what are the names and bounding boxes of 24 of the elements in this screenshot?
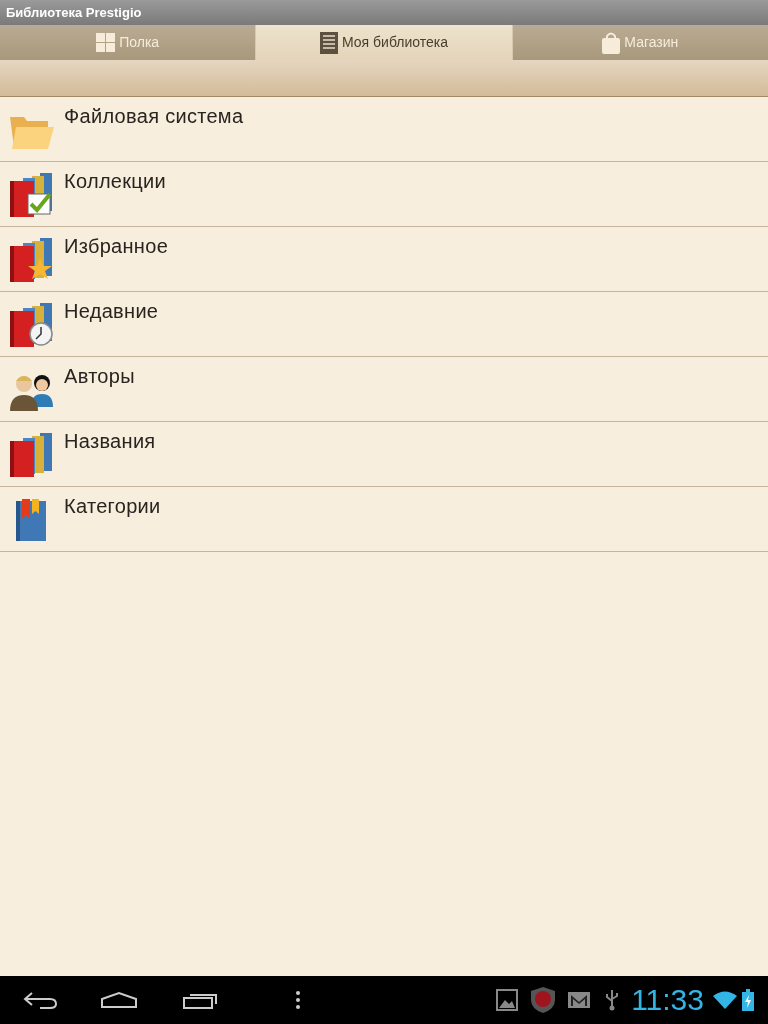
mail-icon [567, 990, 592, 1010]
home-icon[interactable] [100, 991, 138, 1009]
list-item[interactable]: Категории [0, 487, 768, 552]
list-item[interactable]: Названия [0, 422, 768, 487]
list-item[interactable]: Недавние [0, 292, 768, 357]
books-with-clock-icon [8, 302, 56, 348]
back-icon[interactable] [22, 990, 58, 1010]
list-item[interactable]: Избранное [0, 227, 768, 292]
usb-icon [605, 989, 620, 1011]
tab[interactable]: Моя библиотека [255, 25, 513, 60]
recent-apps-icon[interactable] [182, 991, 218, 1009]
bag-icon [602, 31, 621, 54]
menu-icon[interactable] [296, 991, 300, 1009]
image-icon [496, 989, 519, 1011]
window-title: Библиотека Prestigio [6, 3, 142, 22]
grid-icon [96, 33, 116, 52]
shield-icon [529, 986, 558, 1014]
battery-icon [742, 989, 754, 1011]
list-item[interactable]: Авторы [0, 357, 768, 422]
list-item[interactable]: Коллекции [0, 162, 768, 227]
list-item[interactable]: Файловая система [0, 97, 768, 162]
clock: 11:33 [631, 985, 704, 1015]
list-icon [319, 31, 338, 54]
wifi-icon [712, 990, 738, 1010]
